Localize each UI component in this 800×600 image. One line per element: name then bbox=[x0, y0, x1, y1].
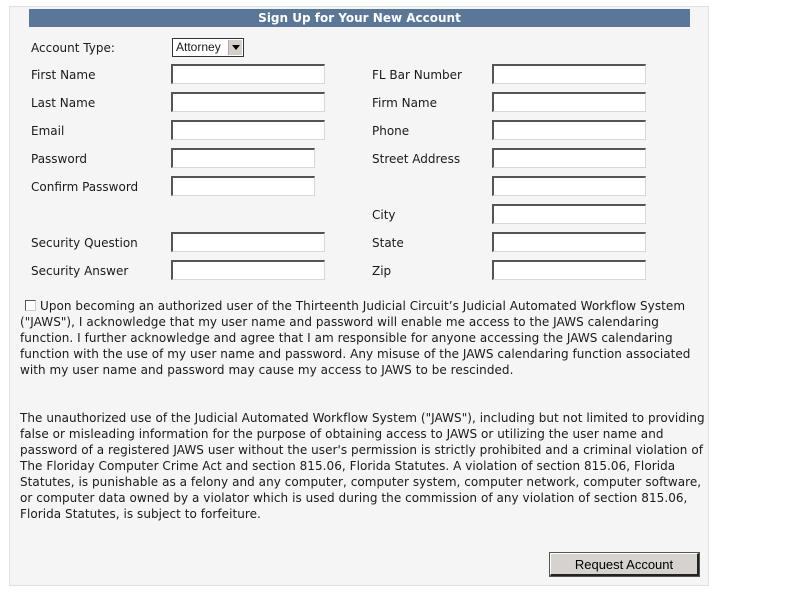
state-input[interactable] bbox=[492, 232, 646, 252]
zip-label: Zip bbox=[372, 264, 392, 278]
account-type-label: Account Type: bbox=[31, 41, 115, 55]
firm-name-label: Firm Name bbox=[372, 96, 437, 110]
bar-number-input[interactable] bbox=[492, 64, 646, 84]
street-address-line2-input[interactable] bbox=[492, 176, 646, 196]
bar-number-label: FL Bar Number bbox=[372, 68, 462, 82]
state-label: State bbox=[372, 236, 404, 250]
security-question-label: Security Question bbox=[31, 236, 138, 250]
email-input[interactable] bbox=[171, 120, 325, 140]
phone-input[interactable] bbox=[492, 120, 646, 140]
form-title: Sign Up for Your New Account bbox=[29, 9, 690, 27]
agreement-text: Upon becoming an authorized user of the … bbox=[20, 299, 691, 377]
phone-label: Phone bbox=[372, 124, 410, 138]
security-answer-label: Security Answer bbox=[31, 264, 129, 278]
password-label: Password bbox=[31, 152, 88, 166]
warning-text: The unauthorized use of the Judicial Aut… bbox=[20, 411, 705, 521]
street-address-label: Street Address bbox=[372, 152, 461, 166]
chevron-down-icon[interactable] bbox=[228, 40, 242, 55]
account-type-select[interactable]: Attorney bbox=[172, 38, 244, 57]
city-label: City bbox=[372, 208, 396, 222]
street-address-input[interactable] bbox=[492, 148, 646, 168]
first-name-label: First Name bbox=[31, 68, 96, 82]
last-name-label: Last Name bbox=[31, 96, 96, 110]
password-input[interactable] bbox=[171, 148, 315, 168]
account-type-value: Attorney bbox=[176, 40, 221, 54]
last-name-input[interactable] bbox=[171, 92, 325, 112]
security-question-input[interactable] bbox=[171, 232, 325, 252]
confirm-password-label: Confirm Password bbox=[31, 180, 139, 194]
first-name-input[interactable] bbox=[171, 64, 325, 84]
zip-input[interactable] bbox=[492, 260, 646, 280]
security-answer-input[interactable] bbox=[171, 260, 325, 280]
request-account-button[interactable]: Request Account bbox=[549, 552, 700, 577]
city-input[interactable] bbox=[492, 204, 646, 224]
email-label: Email bbox=[31, 124, 65, 138]
confirm-password-input[interactable] bbox=[171, 176, 315, 196]
firm-name-input[interactable] bbox=[492, 92, 646, 112]
